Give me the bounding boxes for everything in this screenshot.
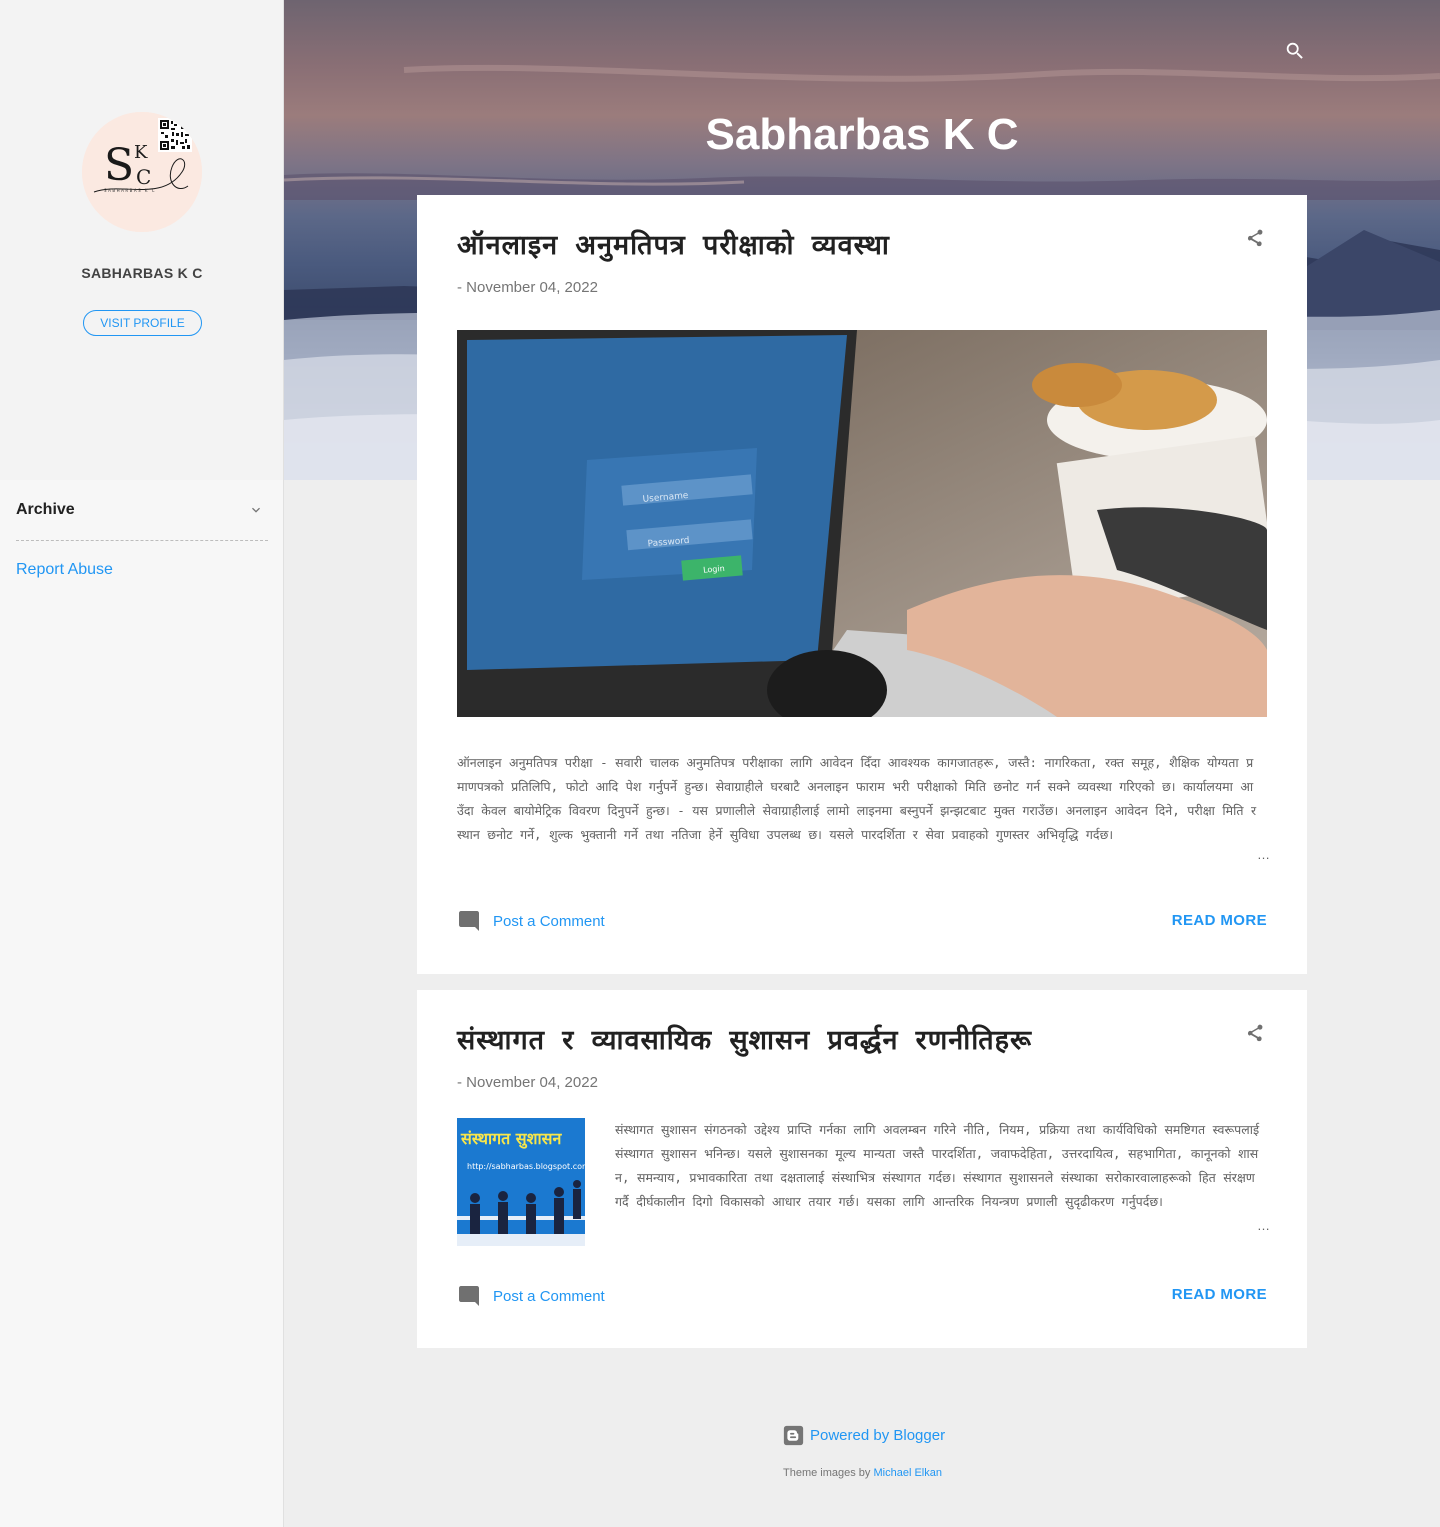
thumb-url: http://sabharbas.blogspot.com xyxy=(467,1162,585,1171)
snippet-ellipsis[interactable]: … xyxy=(1257,1218,1270,1233)
powered-by-blogger[interactable]: Powered by Blogger xyxy=(783,1424,945,1446)
thumb-title: संस्थागत सुशासन xyxy=(460,1129,562,1149)
search-icon[interactable] xyxy=(1284,40,1306,62)
avatar-logo: S K C SABHARBAS K C xyxy=(82,112,202,232)
share-icon[interactable] xyxy=(1245,227,1265,249)
theme-credit: Theme images by Michael Elkan xyxy=(0,1467,1440,1479)
post-comment-link[interactable]: Post a Comment xyxy=(493,1288,605,1305)
post-date: - November 04, 2022 xyxy=(457,1074,598,1091)
post-card: ऑनलाइन अनुमतिपत्र परीक्षाको व्यवस्था - N… xyxy=(417,195,1307,974)
post-snippet: ऑनलाइन अनुमतिपत्र परीक्षा - सवारी चालक अ… xyxy=(457,755,1257,842)
comment-icon xyxy=(459,911,479,931)
image-login-label: Login xyxy=(703,564,725,575)
governance-thumbnail: संस्थागत सुशासन http://sabharbas.blogspo… xyxy=(457,1118,585,1246)
post-card: संस्थागत र व्यावसायिक सुशासन प्रवर्द्धन … xyxy=(417,990,1307,1348)
laptop-login-photo: Username Password Login xyxy=(457,330,1267,717)
comment-row[interactable]: Post a Comment xyxy=(457,909,605,933)
post-date: - November 04, 2022 xyxy=(457,279,598,296)
date-prefix: - xyxy=(457,1074,462,1091)
avatar-letter-k: K xyxy=(134,142,148,163)
archive-label: Archive xyxy=(16,501,75,518)
avatar[interactable]: S K C SABHARBAS K C xyxy=(82,112,202,232)
post-date-link[interactable]: November 04, 2022 xyxy=(466,1074,598,1091)
read-more-link[interactable]: READ MORE xyxy=(1172,912,1267,929)
qr-code-icon xyxy=(158,118,192,152)
blogger-icon xyxy=(783,1425,804,1445)
site-title[interactable]: Sabharbas K C xyxy=(284,110,1440,160)
chevron-down-icon xyxy=(252,507,260,513)
avatar-letter-c: C xyxy=(136,165,151,189)
theme-credit-prefix: Theme images by xyxy=(783,1467,871,1479)
comment-row[interactable]: Post a Comment xyxy=(457,1284,605,1308)
powered-by-link[interactable]: Powered by Blogger xyxy=(810,1427,945,1444)
post-thumbnail[interactable]: संस्थागत सुशासन http://sabharbas.blogspo… xyxy=(457,1118,585,1246)
report-abuse-link[interactable]: Report Abuse xyxy=(16,561,113,579)
theme-author-link[interactable]: Michael Elkan xyxy=(874,1467,942,1479)
sidebar: S K C SABHARBAS K C SABHARBAS K C VISIT … xyxy=(0,0,284,1527)
visit-profile-button[interactable]: VISIT PROFILE xyxy=(83,310,202,336)
share-icon[interactable] xyxy=(1245,1022,1265,1044)
avatar-caption: SABHARBAS K C xyxy=(104,188,156,193)
post-title[interactable]: ऑनलाइन अनुमतिपत्र परीक्षाको व्यवस्था xyxy=(457,225,890,262)
post-title[interactable]: संस्थागत र व्यावसायिक सुशासन प्रवर्द्धन … xyxy=(457,1020,1032,1057)
avatar-letter-s: S xyxy=(104,140,134,191)
post-image[interactable]: Username Password Login xyxy=(457,330,1267,717)
archive-toggle[interactable]: Archive xyxy=(16,500,268,541)
post-date-link[interactable]: November 04, 2022 xyxy=(466,279,598,296)
snippet-ellipsis[interactable]: … xyxy=(1257,847,1270,862)
post-snippet: संस्थागत सुशासन संगठनको उद्देश्य प्राप्त… xyxy=(615,1122,1260,1209)
profile-name: SABHARBAS K C xyxy=(81,265,203,281)
read-more-link[interactable]: READ MORE xyxy=(1172,1286,1267,1303)
post-comment-link[interactable]: Post a Comment xyxy=(493,913,605,930)
profile-section: S K C SABHARBAS K C SABHARBAS K C VISIT … xyxy=(0,0,283,480)
date-prefix: - xyxy=(457,279,462,296)
comment-icon xyxy=(459,1286,479,1306)
